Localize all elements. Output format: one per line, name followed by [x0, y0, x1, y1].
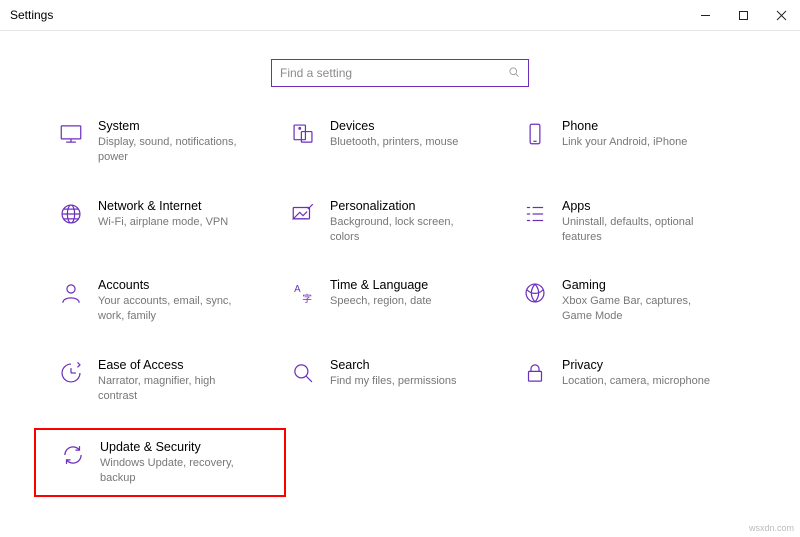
ease-of-access-icon [58, 360, 84, 386]
tile-system[interactable]: System Display, sound, notifications, po… [58, 119, 278, 165]
tile-search[interactable]: Search Find my files, permissions [290, 358, 510, 404]
svg-text:字: 字 [302, 292, 312, 305]
time-language-icon: A字 [290, 280, 316, 306]
search-row: Find a setting [0, 59, 800, 87]
tile-phone[interactable]: Phone Link your Android, iPhone [522, 119, 742, 165]
tile-title: Apps [562, 199, 717, 213]
tile-network[interactable]: Network & Internet Wi-Fi, airplane mode,… [58, 199, 278, 245]
tile-title: Gaming [562, 278, 717, 292]
tile-title: Personalization [330, 199, 485, 213]
tile-accounts[interactable]: Accounts Your accounts, email, sync, wor… [58, 278, 278, 324]
personalization-icon [290, 201, 316, 227]
tile-title: Time & Language [330, 278, 432, 292]
tile-devices[interactable]: Devices Bluetooth, printers, mouse [290, 119, 510, 165]
tile-title: Ease of Access [98, 358, 253, 372]
tile-title: Devices [330, 119, 458, 133]
tile-desc: Windows Update, recovery, backup [100, 456, 255, 486]
tile-title: Privacy [562, 358, 710, 372]
system-icon [58, 121, 84, 147]
tile-update-security[interactable]: Update & Security Windows Update, recove… [34, 428, 286, 498]
window-title: Settings [10, 8, 53, 22]
tile-title: Phone [562, 119, 687, 133]
tile-personalization[interactable]: Personalization Background, lock screen,… [290, 199, 510, 245]
tile-desc: Your accounts, email, sync, work, family [98, 294, 253, 324]
tile-gaming[interactable]: Gaming Xbox Game Bar, captures, Game Mod… [522, 278, 742, 324]
search-input[interactable]: Find a setting [271, 59, 529, 87]
search-icon [508, 66, 520, 81]
tile-ease-of-access[interactable]: Ease of Access Narrator, magnifier, high… [58, 358, 278, 404]
devices-icon [290, 121, 316, 147]
tile-title: Accounts [98, 278, 253, 292]
tile-desc: Xbox Game Bar, captures, Game Mode [562, 294, 717, 324]
accounts-icon [58, 280, 84, 306]
search-placeholder: Find a setting [280, 66, 508, 80]
tile-desc: Link your Android, iPhone [562, 135, 687, 150]
tile-title: Network & Internet [98, 199, 228, 213]
privacy-icon [522, 360, 548, 386]
watermark: wsxdn.com [749, 523, 794, 533]
close-button[interactable] [762, 0, 800, 30]
tile-title: Update & Security [100, 440, 255, 454]
window-controls [686, 0, 800, 30]
gaming-icon [522, 280, 548, 306]
tile-desc: Speech, region, date [330, 294, 432, 309]
tile-desc: Wi-Fi, airplane mode, VPN [98, 215, 228, 230]
phone-icon [522, 121, 548, 147]
tile-apps[interactable]: Apps Uninstall, defaults, optional featu… [522, 199, 742, 245]
tile-desc: Background, lock screen, colors [330, 215, 485, 245]
svg-text:A: A [294, 285, 301, 296]
tile-desc: Uninstall, defaults, optional features [562, 215, 717, 245]
tile-title: System [98, 119, 253, 133]
tile-desc: Display, sound, notifications, power [98, 135, 253, 165]
apps-icon [522, 201, 548, 227]
tile-desc: Bluetooth, printers, mouse [330, 135, 458, 150]
minimize-button[interactable] [686, 0, 724, 30]
maximize-button[interactable] [724, 0, 762, 30]
tile-title: Search [330, 358, 457, 372]
tile-desc: Location, camera, microphone [562, 374, 710, 389]
globe-icon [58, 201, 84, 227]
tile-time-language[interactable]: A字 Time & Language Speech, region, date [290, 278, 510, 324]
search-tile-icon [290, 360, 316, 386]
tile-desc: Find my files, permissions [330, 374, 457, 389]
titlebar: Settings [0, 0, 800, 30]
tile-desc: Narrator, magnifier, high contrast [98, 374, 253, 404]
settings-grid: System Display, sound, notifications, po… [0, 119, 800, 507]
titlebar-divider [0, 30, 800, 31]
update-icon [60, 442, 86, 468]
tile-privacy[interactable]: Privacy Location, camera, microphone [522, 358, 742, 404]
